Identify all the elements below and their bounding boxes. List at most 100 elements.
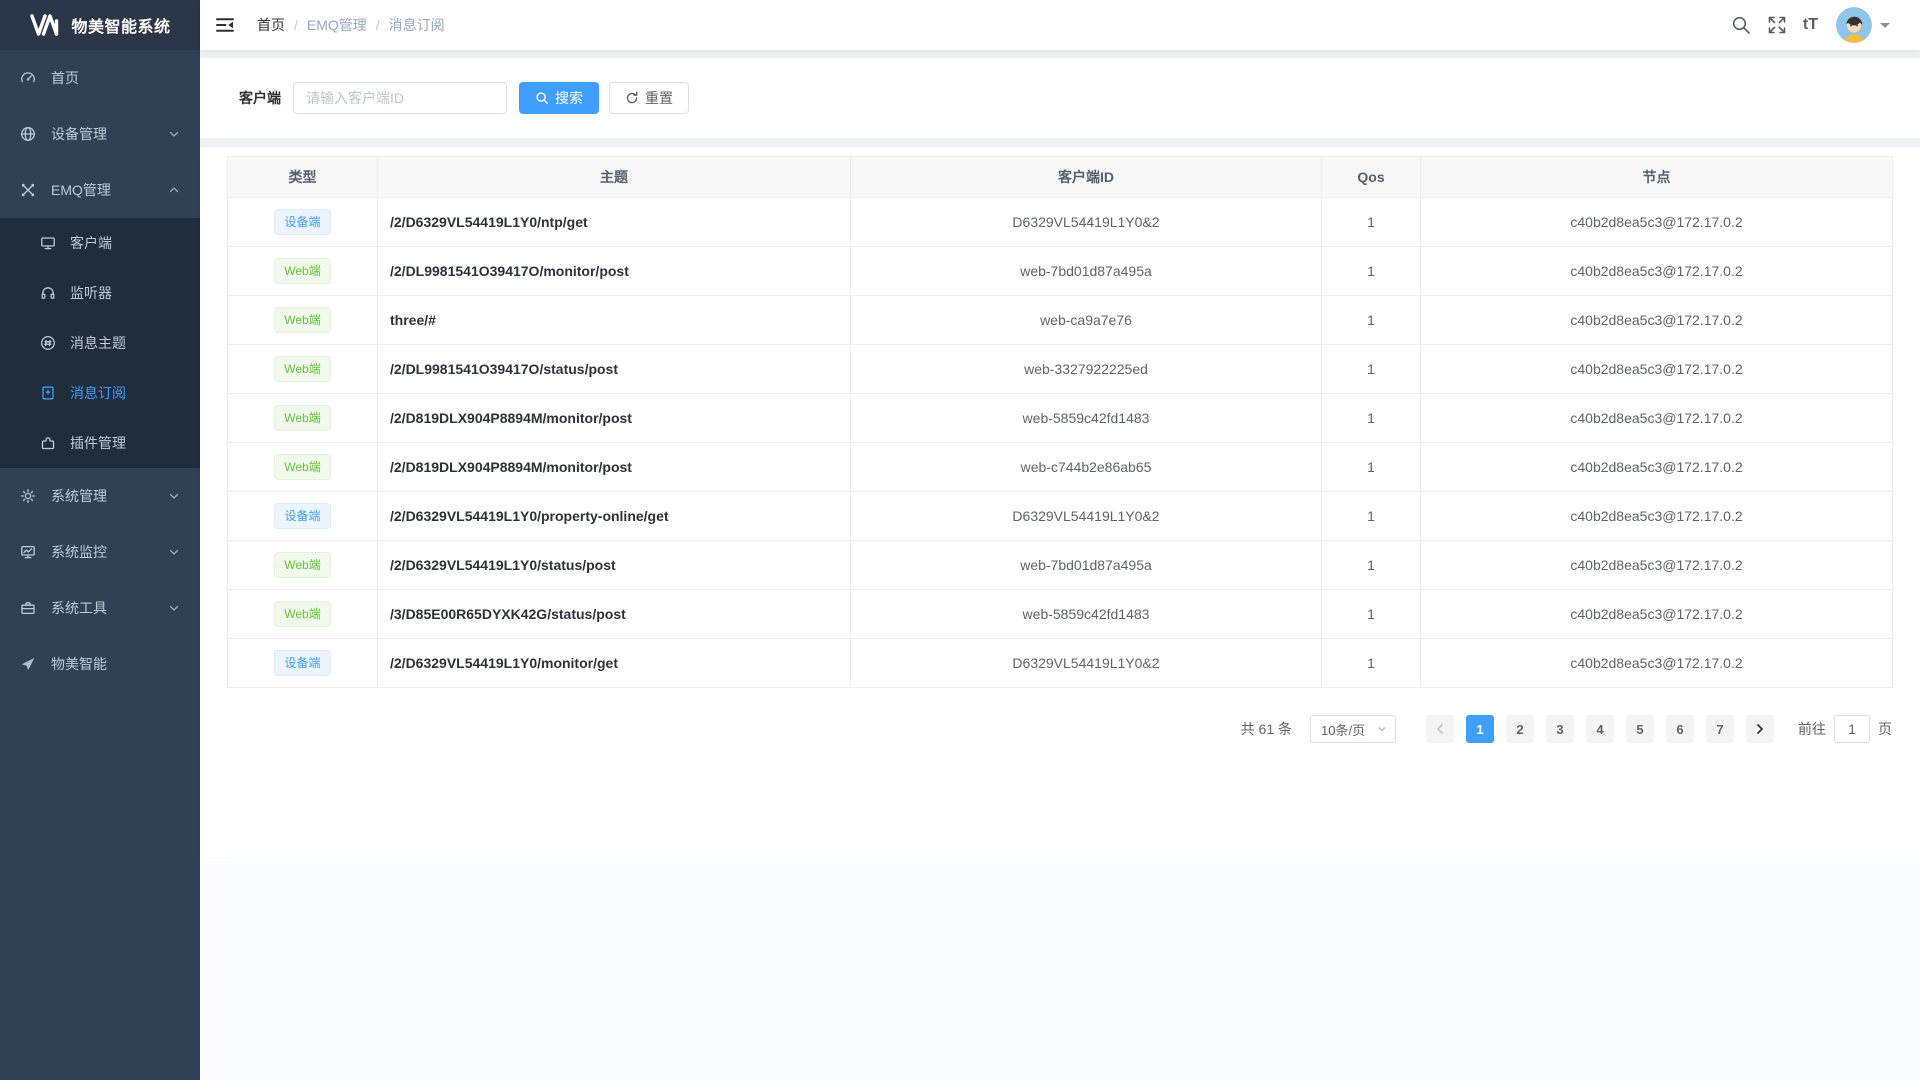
next-page-button[interactable]	[1746, 715, 1774, 743]
sidebar-item-plugins[interactable]: 插件管理	[0, 418, 200, 468]
sidebar-item-label: 设备管理	[51, 124, 107, 144]
sidebar-item-emq-mgmt[interactable]: EMQ管理	[0, 162, 200, 218]
page-button-5[interactable]: 5	[1626, 715, 1654, 743]
gear-icon	[20, 488, 36, 504]
app-title: 物美智能系统	[71, 13, 170, 37]
qos-cell: 1	[1322, 296, 1421, 345]
sidebar-collapse-icon[interactable]	[215, 15, 235, 35]
breadcrumb-emq: EMQ管理	[307, 15, 367, 35]
app-root: 物美智能系统 首页 设备管理 EMQ管理 客户端	[0, 0, 1920, 1080]
page-button-1[interactable]: 1	[1466, 715, 1494, 743]
chevron-down-icon	[168, 128, 180, 140]
sidebar-item-clients[interactable]: 客户端	[0, 218, 200, 268]
sidebar-item-topics[interactable]: 消息主题	[0, 318, 200, 368]
refresh-icon	[625, 91, 639, 105]
topic-cell: /2/D6329VL54419L1Y0/property-online/get	[378, 492, 851, 541]
sidebar-item-system-tools[interactable]: 系统工具	[0, 580, 200, 636]
type-badge: Web端	[274, 601, 330, 627]
sidebar-item-system-monitor[interactable]: 系统监控	[0, 524, 200, 580]
type-badge: 设备端	[274, 503, 330, 529]
search-button[interactable]: 搜索	[519, 82, 599, 114]
node-cell: c40b2d8ea5c3@172.17.0.2	[1421, 541, 1893, 590]
page-size-select[interactable]: 10条/页	[1310, 715, 1396, 743]
qos-cell: 1	[1322, 345, 1421, 394]
table-row: Web端 /3/D85E00R65DYXK42G/status/post web…	[228, 590, 1893, 639]
qos-cell: 1	[1322, 443, 1421, 492]
table-row: 设备端 /2/D6329VL54419L1Y0/property-online/…	[228, 492, 1893, 541]
goto-label: 前往	[1798, 719, 1826, 739]
client-id-cell: web-7bd01d87a495a	[851, 541, 1322, 590]
page-button-6[interactable]: 6	[1666, 715, 1694, 743]
reset-button[interactable]: 重置	[609, 82, 689, 114]
topic-hash-icon	[40, 335, 56, 351]
sidebar-item-device-mgmt[interactable]: 设备管理	[0, 106, 200, 162]
node-cell: c40b2d8ea5c3@172.17.0.2	[1421, 394, 1893, 443]
qos-cell: 1	[1322, 590, 1421, 639]
search-icon	[535, 91, 549, 105]
avatar[interactable]	[1836, 7, 1872, 43]
headset-icon	[40, 285, 56, 301]
breadcrumb-separator: /	[376, 17, 380, 33]
type-badge: 设备端	[274, 650, 330, 676]
sidebar-item-label: 插件管理	[70, 433, 126, 453]
top-navbar: 首页 / EMQ管理 / 消息订阅 tT	[200, 0, 1920, 50]
table-row: Web端 /2/D6329VL54419L1Y0/status/post web…	[228, 541, 1893, 590]
client-id-cell: D6329VL54419L1Y0&2	[851, 639, 1322, 688]
pagination: 共 61 条 10条/页 1 2 3 4 5 6 7 前	[227, 715, 1892, 743]
sidebar-item-label: 监听器	[70, 283, 112, 303]
chevron-down-icon	[1377, 724, 1387, 734]
devices-icon	[20, 126, 36, 142]
col-header-topic: 主题	[378, 157, 851, 198]
col-header-qos: Qos	[1322, 157, 1421, 198]
topic-cell: /2/D6329VL54419L1Y0/ntp/get	[378, 198, 851, 247]
table-row: Web端 three/# web-ca9a7e76 1 c40b2d8ea5c3…	[228, 296, 1893, 345]
breadcrumb-home[interactable]: 首页	[257, 15, 285, 35]
client-id-cell: web-5859c42fd1483	[851, 590, 1322, 639]
table-header-row: 类型 主题 客户端ID Qos 节点	[228, 157, 1893, 198]
fullscreen-icon[interactable]	[1767, 15, 1787, 35]
topic-cell: /2/D6329VL54419L1Y0/status/post	[378, 541, 851, 590]
client-id-input[interactable]	[293, 82, 507, 114]
topic-cell: /3/D85E00R65DYXK42G/status/post	[378, 590, 851, 639]
sidebar-item-label: 消息主题	[70, 333, 126, 353]
page-button-4[interactable]: 4	[1586, 715, 1614, 743]
node-cell: c40b2d8ea5c3@172.17.0.2	[1421, 296, 1893, 345]
search-icon[interactable]	[1731, 15, 1751, 35]
topic-cell: /2/DL9981541O39417O/status/post	[378, 345, 851, 394]
qos-cell: 1	[1322, 247, 1421, 296]
prev-page-button[interactable]	[1426, 715, 1454, 743]
caret-down-icon[interactable]	[1880, 23, 1890, 33]
app-logo[interactable]: 物美智能系统	[0, 0, 200, 50]
type-badge: Web端	[274, 552, 330, 578]
page-button-7[interactable]: 7	[1706, 715, 1734, 743]
sidebar-item-system-mgmt[interactable]: 系统管理	[0, 468, 200, 524]
client-field-label: 客户端	[239, 88, 281, 108]
sidebar-item-listeners[interactable]: 监听器	[0, 268, 200, 318]
subscriptions-table: 类型 主题 客户端ID Qos 节点 设备端 /2/D6329VL54419L1…	[227, 156, 1893, 688]
goto-page-input[interactable]	[1834, 715, 1870, 743]
chevron-up-icon	[168, 184, 180, 196]
node-cell: c40b2d8ea5c3@172.17.0.2	[1421, 492, 1893, 541]
content-background	[200, 857, 1920, 1080]
paper-plane-icon	[20, 656, 36, 672]
font-size-icon[interactable]: tT	[1803, 15, 1818, 35]
sidebar-item-wumei-smart[interactable]: 物美智能	[0, 636, 200, 692]
divider-band	[200, 138, 1920, 147]
chevron-down-icon	[168, 602, 180, 614]
sidebar-menu: 首页 设备管理 EMQ管理 客户端 监听器	[0, 50, 200, 692]
pagination-goto: 前往 页	[1798, 715, 1892, 743]
topic-cell: /2/DL9981541O39417O/monitor/post	[378, 247, 851, 296]
sidebar-item-subscriptions[interactable]: 消息订阅	[0, 368, 200, 418]
page-button-3[interactable]: 3	[1546, 715, 1574, 743]
col-header-type: 类型	[228, 157, 378, 198]
type-badge: 设备端	[274, 209, 330, 235]
sidebar-item-label: 物美智能	[51, 654, 107, 674]
dashboard-icon	[20, 70, 36, 86]
qos-cell: 1	[1322, 492, 1421, 541]
sidebar-item-home[interactable]: 首页	[0, 50, 200, 106]
sidebar-item-label: 首页	[51, 68, 79, 88]
page-button-2[interactable]: 2	[1506, 715, 1534, 743]
type-badge: Web端	[274, 258, 330, 284]
qos-cell: 1	[1322, 639, 1421, 688]
client-id-cell: web-5859c42fd1483	[851, 394, 1322, 443]
